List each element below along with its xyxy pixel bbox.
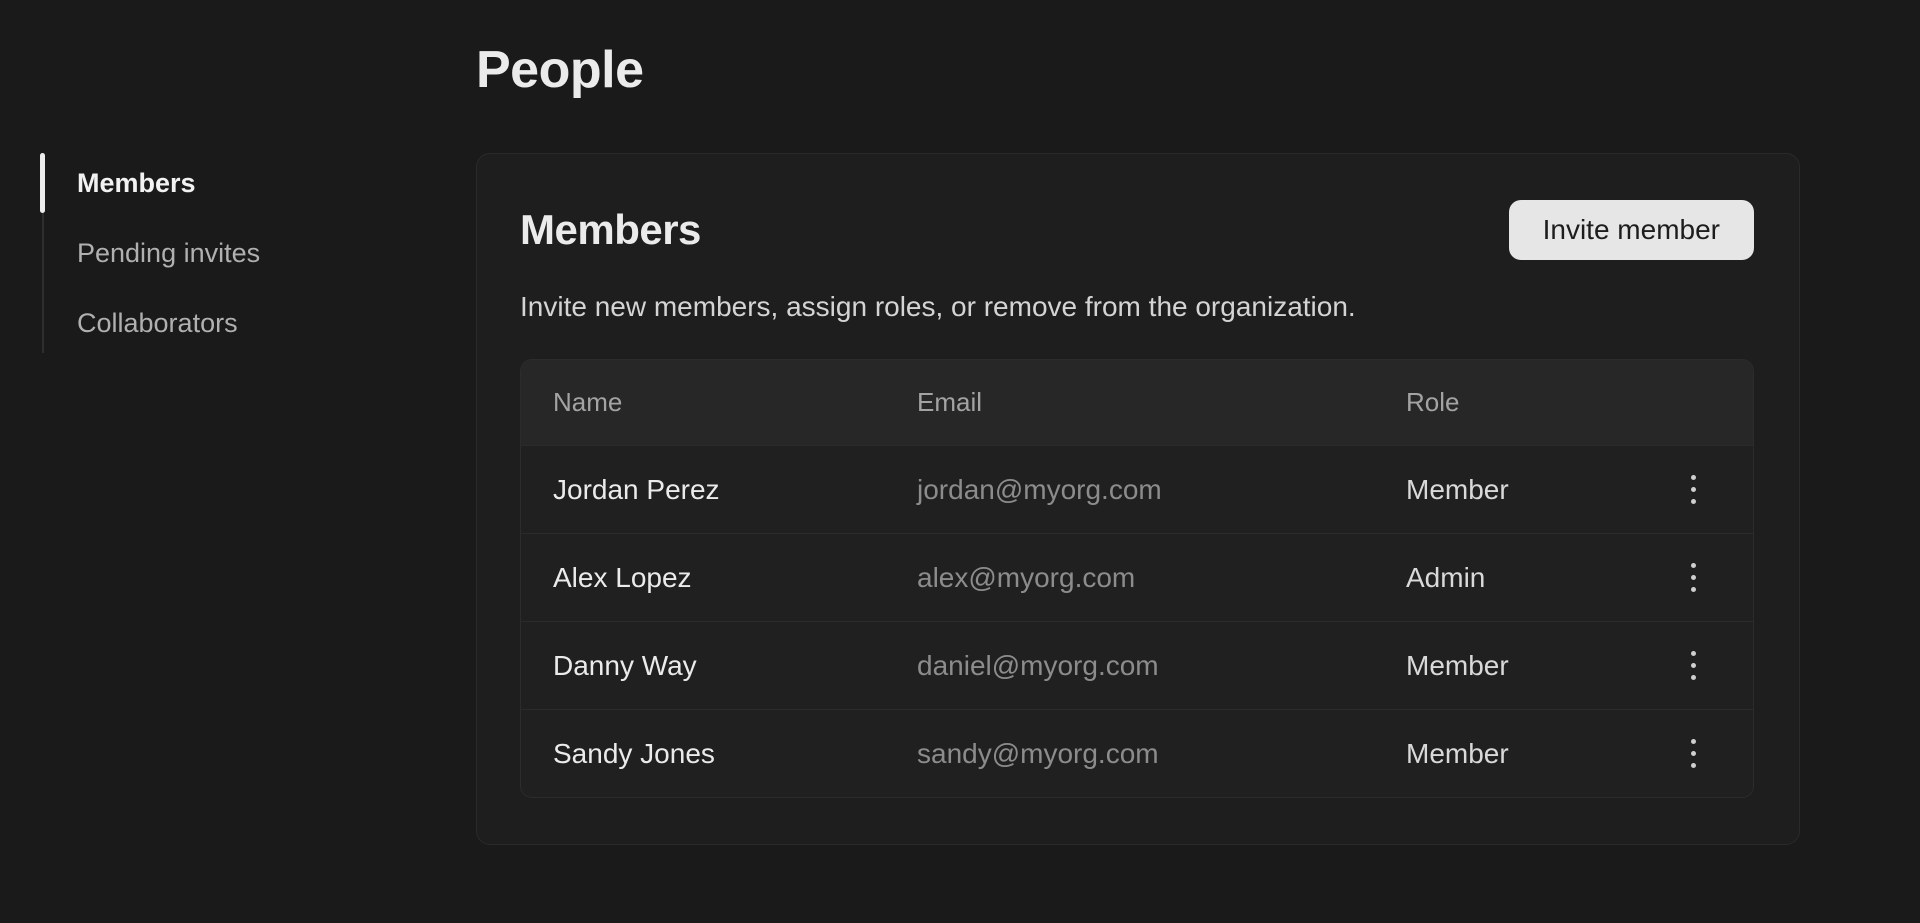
sidebar-nav-item[interactable]: Members <box>44 153 422 213</box>
table-row: Alex Lopez alex@myorg.com Admin <box>521 533 1753 621</box>
column-header-email: Email <box>885 387 1374 418</box>
sidebar-nav-item-label: Members <box>77 168 196 199</box>
row-actions-cell <box>1633 550 1753 606</box>
member-name: Jordan Perez <box>521 474 885 506</box>
row-actions-cell <box>1633 638 1753 694</box>
table-row: Jordan Perez jordan@myorg.com Member <box>521 445 1753 533</box>
row-menu-button[interactable] <box>1669 638 1717 694</box>
member-email: jordan@myorg.com <box>885 474 1374 506</box>
invite-member-button[interactable]: Invite member <box>1509 200 1754 260</box>
table-row: Danny Way daniel@myorg.com Member <box>521 621 1753 709</box>
member-role: Member <box>1374 474 1633 506</box>
members-card-description: Invite new members, assign roles, or rem… <box>520 288 1754 326</box>
members-card-title: Members <box>520 206 701 254</box>
kebab-menu-icon <box>1691 563 1696 592</box>
members-table-header: Name Email Role <box>521 360 1753 445</box>
members-table-body: Jordan Perez jordan@myorg.com Member <box>521 445 1753 797</box>
member-name: Sandy Jones <box>521 738 885 770</box>
kebab-menu-icon <box>1691 651 1696 680</box>
members-table: Name Email Role Jordan Perez jordan@myor… <box>520 359 1754 798</box>
sidebar-nav-item[interactable]: Collaborators <box>44 293 422 353</box>
main-content: People Members Invite member Invite new … <box>476 0 1800 845</box>
table-row: Sandy Jones sandy@myorg.com Member <box>521 709 1753 797</box>
row-menu-button[interactable] <box>1669 726 1717 782</box>
member-role: Admin <box>1374 562 1633 594</box>
member-name: Alex Lopez <box>521 562 885 594</box>
sidebar-nav-item[interactable]: Pending invites <box>44 223 422 283</box>
member-email: alex@myorg.com <box>885 562 1374 594</box>
member-name: Danny Way <box>521 650 885 682</box>
member-role: Member <box>1374 650 1633 682</box>
sidebar-nav-item-label: Collaborators <box>77 308 238 339</box>
row-menu-button[interactable] <box>1669 550 1717 606</box>
member-email: daniel@myorg.com <box>885 650 1374 682</box>
row-actions-cell <box>1633 726 1753 782</box>
member-email: sandy@myorg.com <box>885 738 1374 770</box>
members-card: Members Invite member Invite new members… <box>476 153 1800 845</box>
column-header-name: Name <box>521 387 885 418</box>
row-actions-cell <box>1633 462 1753 518</box>
people-settings-page: Members Pending invites Collaborators Pe… <box>0 0 1920 923</box>
settings-sidebar: Members Pending invites Collaborators <box>42 153 422 353</box>
kebab-menu-icon <box>1691 475 1696 504</box>
member-role: Member <box>1374 738 1633 770</box>
kebab-menu-icon <box>1691 739 1696 768</box>
sidebar-nav-item-label: Pending invites <box>77 238 260 269</box>
sidebar-nav: Members Pending invites Collaborators <box>42 153 422 353</box>
members-card-header: Members Invite member <box>520 200 1754 260</box>
column-header-role: Role <box>1374 387 1633 418</box>
row-menu-button[interactable] <box>1669 462 1717 518</box>
page-title: People <box>476 40 1800 100</box>
